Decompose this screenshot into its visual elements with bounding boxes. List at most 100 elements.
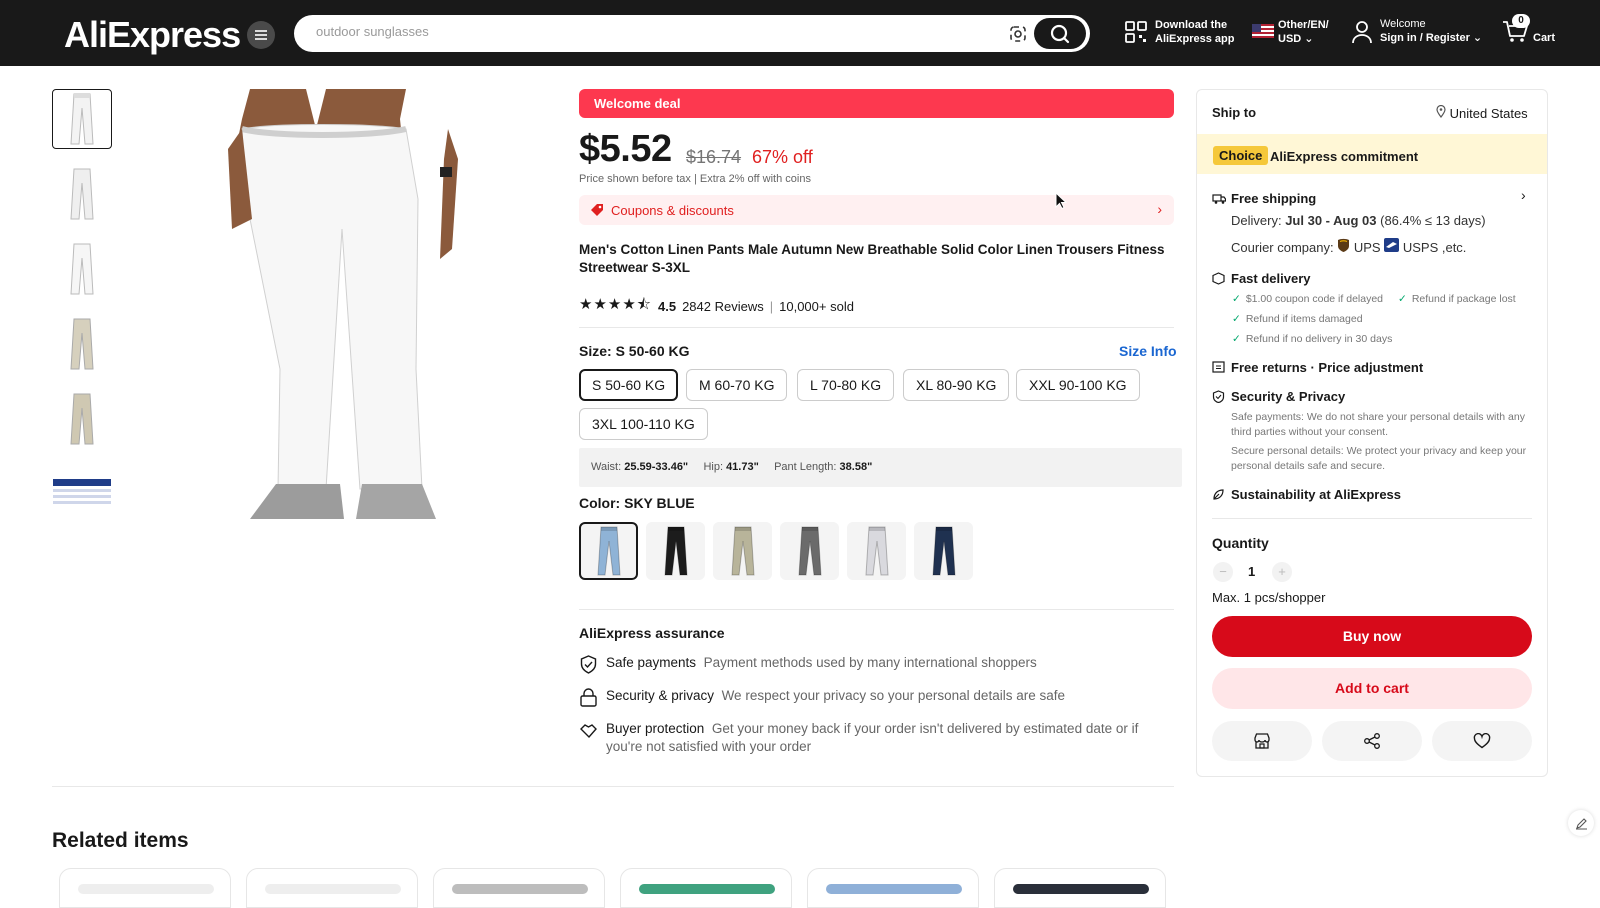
size-option[interactable]: S 50-60 KG bbox=[579, 369, 679, 401]
search-button[interactable] bbox=[1034, 18, 1086, 49]
mouse-cursor-icon bbox=[1055, 192, 1067, 210]
chevron-right-icon[interactable]: › bbox=[1521, 187, 1526, 203]
sign-in-register: Sign in / Register bbox=[1380, 32, 1470, 44]
search-icon bbox=[1050, 24, 1070, 43]
delivery-dates: Jul 30 - Aug 03 bbox=[1285, 213, 1377, 228]
thumbnail[interactable] bbox=[52, 89, 112, 149]
color-swatch[interactable] bbox=[713, 522, 772, 580]
pants-swatch-image bbox=[596, 526, 621, 576]
menu-icon[interactable] bbox=[247, 21, 275, 49]
size-measurements: Waist: 25.59-33.46" Hip: 41.73" Pant Len… bbox=[579, 448, 1182, 487]
max-quantity-note: Max. 1 pcs/shopper bbox=[1212, 590, 1326, 605]
fast-delivery-text: Refund if package lost bbox=[1411, 293, 1516, 305]
tax-note-text: Price shown before tax bbox=[579, 173, 691, 185]
main-product-image[interactable] bbox=[228, 89, 460, 519]
divider bbox=[1212, 518, 1532, 519]
account-menu[interactable]: Welcome Sign in / Register ⌄ bbox=[1380, 17, 1482, 45]
store-icon bbox=[1254, 733, 1270, 749]
color-swatch[interactable] bbox=[914, 522, 973, 580]
thumbnail[interactable] bbox=[52, 239, 112, 299]
store-button[interactable] bbox=[1212, 721, 1312, 761]
download-line1: Download the bbox=[1155, 19, 1228, 31]
assurance-title: AliExpress assurance bbox=[579, 625, 725, 641]
related-item-image bbox=[265, 884, 401, 894]
cart-label[interactable]: Cart bbox=[1533, 31, 1555, 45]
ship-to-country[interactable]: United States bbox=[1436, 104, 1528, 121]
quantity-value[interactable]: 1 bbox=[1248, 564, 1255, 579]
top-header: AliExpress Download the AliExpress app O… bbox=[0, 0, 1600, 66]
size-option[interactable]: M 60-70 KG bbox=[686, 369, 788, 401]
locale-selector[interactable]: Other/EN/ USD ⌄ bbox=[1278, 18, 1329, 46]
waist-value: 25.59-33.46" bbox=[624, 461, 689, 473]
share-button[interactable] bbox=[1322, 721, 1422, 761]
qr-code-icon[interactable] bbox=[1124, 20, 1148, 44]
reviews-count[interactable]: 2842 Reviews bbox=[682, 299, 764, 314]
related-item-card[interactable] bbox=[246, 868, 418, 908]
related-item-card[interactable] bbox=[59, 868, 231, 908]
location-pin-icon bbox=[1436, 104, 1446, 118]
thumbnail[interactable] bbox=[52, 314, 112, 374]
courier-usps: USPS ,etc. bbox=[1402, 240, 1467, 255]
user-icon[interactable] bbox=[1351, 20, 1373, 44]
fast-delivery-item: ✓ Refund if package lost bbox=[1398, 293, 1516, 305]
aliexpress-logo[interactable]: AliExpress bbox=[64, 14, 241, 56]
fast-delivery-item: ✓ Refund if no delivery in 30 days bbox=[1232, 333, 1392, 345]
quantity-increase-button[interactable]: + bbox=[1272, 562, 1292, 582]
tax-note: Price shown before tax | Extra 2% off wi… bbox=[579, 173, 811, 185]
rating-row[interactable]: ★★★★⯪ 4.5 2842 Reviews | 10,000+ sold bbox=[579, 294, 854, 319]
return-icon bbox=[1212, 361, 1225, 373]
color-swatch[interactable] bbox=[780, 522, 839, 580]
check-icon: ✓ bbox=[1232, 333, 1241, 345]
sustainability-title[interactable]: Sustainability at AliExpress bbox=[1231, 487, 1401, 502]
courier-ups: UPS bbox=[1353, 240, 1381, 255]
buy-now-button[interactable]: Buy now bbox=[1212, 616, 1532, 657]
size-info-link[interactable]: Size Info bbox=[1119, 343, 1177, 359]
current-price: $5.52 bbox=[579, 128, 672, 170]
related-items-title: Related items bbox=[52, 829, 189, 852]
check-icon: ✓ bbox=[1232, 293, 1241, 305]
wishlist-button[interactable] bbox=[1432, 721, 1532, 761]
add-to-cart-button[interactable]: Add to cart bbox=[1212, 668, 1532, 709]
quantity-decrease-button[interactable]: − bbox=[1213, 562, 1233, 582]
size-option[interactable]: L 70-80 KG bbox=[797, 369, 895, 401]
separator: | bbox=[769, 299, 774, 314]
image-search-icon[interactable] bbox=[1008, 24, 1028, 44]
color-swatch[interactable] bbox=[646, 522, 705, 580]
related-item-card[interactable] bbox=[620, 868, 792, 908]
box-icon bbox=[1212, 272, 1225, 285]
size-option[interactable]: XL 80-90 KG bbox=[903, 369, 1010, 401]
original-price: $16.74 bbox=[686, 147, 742, 167]
thumbnail[interactable] bbox=[52, 389, 112, 449]
currency-label: USD bbox=[1278, 33, 1302, 45]
security-text-1: Safe payments: We do not share your pers… bbox=[1231, 411, 1525, 438]
size-option[interactable]: 3XL 100-110 KG bbox=[579, 408, 708, 440]
pant-length-value: 38.58" bbox=[839, 461, 873, 473]
feedback-edit-icon[interactable] bbox=[1568, 810, 1594, 836]
lock-icon bbox=[580, 688, 597, 707]
thumbnail[interactable] bbox=[52, 164, 112, 224]
size-option[interactable]: XXL 90-100 KG bbox=[1016, 369, 1140, 401]
rating-value: 4.5 bbox=[658, 299, 677, 314]
delivery-note: (86.4% ≤ 13 days) bbox=[1380, 213, 1486, 228]
search-input[interactable] bbox=[316, 24, 996, 39]
thumbnail[interactable] bbox=[52, 464, 112, 519]
country-name: United States bbox=[1449, 106, 1528, 121]
free-shipping-title[interactable]: Free shipping bbox=[1231, 191, 1316, 206]
related-item-card[interactable] bbox=[994, 868, 1166, 908]
pants-thumbnail-image bbox=[70, 318, 94, 370]
download-app-link[interactable]: Download the AliExpress app bbox=[1155, 18, 1234, 46]
divider bbox=[579, 609, 1174, 610]
related-item-image bbox=[452, 884, 588, 894]
quantity-label: Quantity bbox=[1212, 535, 1269, 551]
color-label: Color: SKY BLUE bbox=[579, 495, 695, 511]
related-item-card[interactable] bbox=[807, 868, 979, 908]
coupons-label: Coupons & discounts bbox=[611, 203, 734, 218]
coupons-row[interactable]: Coupons & discounts › bbox=[579, 195, 1174, 225]
assurance-value: We respect your privacy so your personal… bbox=[721, 688, 1065, 703]
color-swatch[interactable] bbox=[847, 522, 906, 580]
related-item-card[interactable] bbox=[433, 868, 605, 908]
related-item-image bbox=[1013, 884, 1149, 894]
divider bbox=[52, 786, 1174, 787]
related-item-image bbox=[826, 884, 962, 894]
color-swatch[interactable] bbox=[579, 522, 638, 580]
